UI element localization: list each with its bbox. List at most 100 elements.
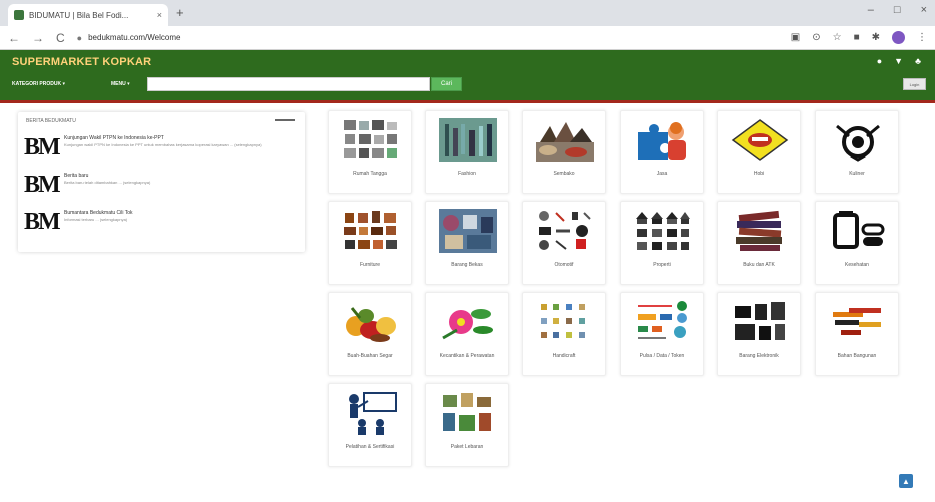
search-input[interactable] [147,77,430,91]
news-item[interactable]: BM Kunjungan Wakil PTPN ke Indonesia ke-… [24,133,299,163]
category-label: Hobi [753,171,765,177]
fruit-icon [346,307,396,342]
category-card-furniture[interactable]: Furniture [328,201,412,285]
category-card-pulsa[interactable]: Pulsa / Data / Token [620,292,704,376]
news-item[interactable]: BM Bumantara Bedukmatu Cili Tok Informas… [24,208,299,238]
category-card-pelatihan[interactable]: Pelatihan & Sertifikasi [328,383,412,467]
category-label: Properti [653,262,671,268]
browser-extensions: ▣ ⊙ ☆ ■ ✱ ⋮ [791,31,927,44]
electronics-icon [735,302,785,340]
site-header: SUPERMARKET KOPKAR ● ▼ ♣ KATEGORI PRODUK… [0,50,935,100]
category-card-bahan-bangunan[interactable]: Bahan Bangunan [815,292,899,376]
bm-logo-icon: BM [24,172,61,198]
property-icon [636,212,690,250]
header-accent-line [0,100,935,103]
category-card-elektronik[interactable]: Barang Elektronik [717,292,801,376]
category-label: Buah-Buahan Segar [347,353,393,359]
category-card-buku-atk[interactable]: Buku dan ATK [717,201,801,285]
browser-tab[interactable]: BIDUMATU | Bila Bel Fodi... × [8,4,168,26]
arrow-up-icon: ▲ [902,476,910,486]
category-card-rumah-tangga[interactable]: Rumah Tangga [328,110,412,194]
category-card-kuliner[interactable]: Kuliner [815,110,899,194]
category-card-buah[interactable]: Buah-Buahan Segar [328,292,412,376]
automotive-icon [539,211,591,250]
category-label: Sembako [553,171,575,177]
phone-credit-icon [638,301,687,339]
minimize-button[interactable]: – [868,4,874,16]
bm-logo-icon: BM [24,134,61,160]
category-card-hobi[interactable]: Hobi [717,110,801,194]
extension-icon[interactable]: ■ [854,32,860,43]
category-card-otomotif[interactable]: Otomotif [522,201,606,285]
groceries-icon [536,122,594,162]
category-label: Paket Lebaran [450,444,484,450]
culinary-icon [836,124,880,162]
category-label: Kuliner [849,171,865,177]
category-label: Otomotif [554,262,574,268]
scroll-to-top-button[interactable]: ▲ [899,474,913,488]
category-card-barang-bekas[interactable]: Barang Bekas [425,201,509,285]
category-label: Kecantikan & Perawatan [439,353,495,359]
books-icon [736,210,782,251]
url-field[interactable]: ● bedukmatu.com/Welcome [77,29,779,47]
user-icon[interactable]: ● [877,56,882,66]
handicraft-icon [541,304,585,338]
category-label: Barang Elektronik [739,353,779,359]
login-button[interactable]: Login [903,78,926,90]
category-label: Jasa [656,171,668,177]
close-window-button[interactable]: × [921,4,927,16]
category-label: Barang Bekas [451,262,483,268]
category-card-kecantikan[interactable]: Kecantikan & Perawatan [425,292,509,376]
secondary-menu[interactable]: MENU ▾ [111,81,130,87]
training-icon [349,392,397,435]
category-card-handicraft[interactable]: Handicraft [522,292,606,376]
news-title[interactable]: Bumantara Bedukmatu Cili Tok [64,210,133,216]
category-card-fashion[interactable]: Fashion [425,110,509,194]
tab-close-icon[interactable]: × [157,10,162,20]
fashion-icon [439,118,497,162]
collapse-icon[interactable] [275,119,295,121]
news-description: Informasi terbaru ... (selengkapnya) [64,217,128,222]
back-button[interactable]: ← [8,31,20,45]
news-item[interactable]: BM Berita baru Berita baru telah ditamba… [24,171,299,201]
category-card-sembako[interactable]: Sembako [522,110,606,194]
site-brand[interactable]: SUPERMARKET KOPKAR [12,56,151,68]
news-panel: BERITA BEDUKMATU BM Kunjungan Wakil PTPN… [18,112,305,252]
forward-button[interactable]: → [32,31,44,45]
bookmark-star-icon[interactable]: ☆ [833,32,842,43]
category-label: Kesehatan [845,262,869,268]
category-label: Furniture [359,262,380,268]
category-label: Pulsa / Data / Token [639,353,685,359]
news-title[interactable]: Berita baru [64,173,88,179]
building-materials-icon [833,308,881,335]
category-label: Pelatihan & Sertifikasi [345,444,395,450]
health-icon [833,211,885,249]
category-label: Rumah Tangga [353,171,387,177]
cart-icon[interactable]: ▼ [894,56,903,66]
zoom-icon[interactable]: ⊙ [812,32,820,43]
browser-tab-bar: BIDUMATU | Bila Bel Fodi... × + – □ × [0,0,935,26]
beauty-icon [442,309,493,340]
translate-icon[interactable]: ▣ [791,32,800,43]
category-card-kesehatan[interactable]: Kesehatan [815,201,899,285]
category-label: Fashion [458,171,476,177]
services-icon [638,122,686,160]
category-card-jasa[interactable]: Jasa [620,110,704,194]
maximize-button[interactable]: □ [894,4,901,16]
category-menu[interactable]: KATEGORI PRODUK ▾ [12,81,65,87]
search-button[interactable]: Cari [431,77,462,91]
browser-menu-icon[interactable]: ⋮ [917,32,927,43]
profile-avatar[interactable] [892,31,905,44]
category-label: Handicraft [552,353,576,359]
category-card-paket-lebaran[interactable]: Paket Lebaran [425,383,509,467]
group-icon[interactable]: ♣ [915,56,921,66]
reload-button[interactable]: C [56,31,65,45]
new-tab-button[interactable]: + [176,5,184,20]
puzzle-icon[interactable]: ✱ [872,32,880,43]
news-title[interactable]: Kunjungan Wakil PTPN ke Indonesia ke-PPT [64,135,164,141]
news-description: Kunjungan wakil PTPN ke Indonesia ke PPT… [64,142,262,147]
category-card-properti[interactable]: Properti [620,201,704,285]
bm-logo-icon: BM [24,209,61,235]
address-bar: ← → C ● bedukmatu.com/Welcome ▣ ⊙ ☆ ■ ✱ … [0,26,935,50]
used-goods-icon [439,209,497,253]
